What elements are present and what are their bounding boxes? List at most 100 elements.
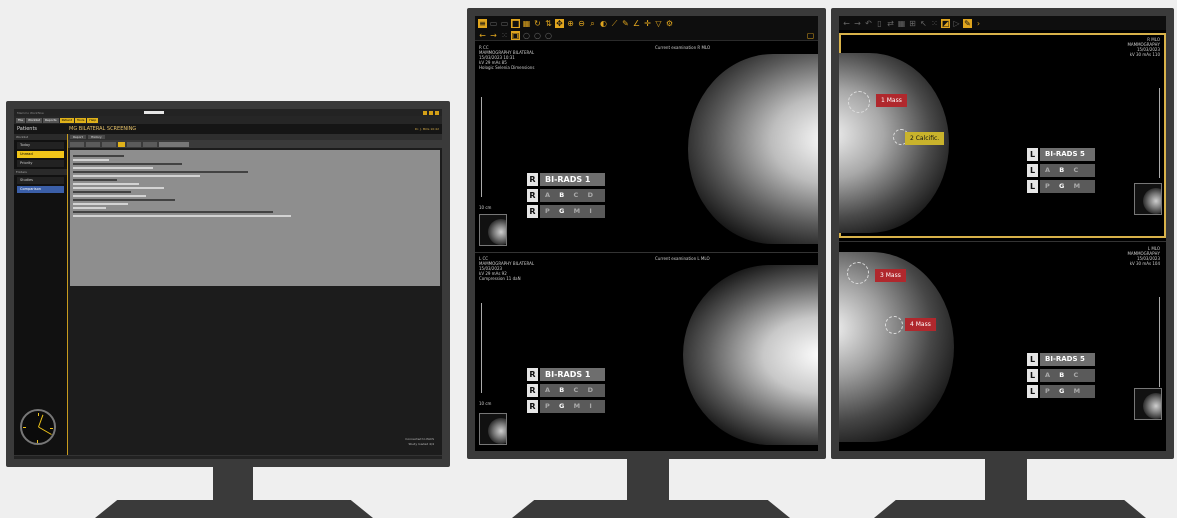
density-option[interactable]: C <box>1074 371 1080 379</box>
density-selector[interactable]: A B C D <box>1040 369 1095 392</box>
finding-label[interactable]: 2 Calcific. <box>905 132 945 145</box>
angle-icon[interactable]: ∠ <box>632 19 641 28</box>
density-selector[interactable]: A B C D <box>1040 164 1095 187</box>
toolbar-button[interactable] <box>70 141 84 147</box>
filter-icon[interactable]: ▽ <box>654 19 663 28</box>
rotate-icon[interactable]: ↻ <box>533 19 542 28</box>
layout-icon[interactable]: ▯ <box>875 19 884 28</box>
menu-item[interactable]: Patient <box>59 117 75 123</box>
image-viewport-top[interactable]: R CC MAMMOGRAPHY BILATERAL 15/03/2023 10… <box>475 42 818 250</box>
finding-marker[interactable] <box>848 91 870 113</box>
density-option[interactable]: C <box>574 386 580 394</box>
pan-icon[interactable]: ✥ <box>555 18 564 28</box>
tool-icon[interactable]: ○ <box>533 31 542 40</box>
sidebar-item-today[interactable]: Today <box>17 142 64 149</box>
birads-value[interactable]: BI-RADS 5 <box>1040 148 1095 161</box>
density-option[interactable]: B <box>1059 371 1065 379</box>
thumbnail[interactable] <box>479 214 507 246</box>
image-viewport-top[interactable]: R MLO MAMMOGRAPHY 15/03/2023 kV 30 mAs 1… <box>839 33 1166 238</box>
compare-icon[interactable]: ◩ <box>941 18 950 28</box>
layout-icon[interactable]: ▭ <box>500 19 509 28</box>
density-option[interactable]: C <box>1074 166 1080 174</box>
menu-item[interactable]: Reports <box>43 117 59 123</box>
sidebar-item-priority[interactable]: Priority <box>17 160 64 167</box>
expand-icon[interactable]: › <box>974 19 983 28</box>
pgmi-option[interactable]: P <box>545 402 551 410</box>
finding-label[interactable]: 3 Mass <box>875 269 906 282</box>
density-option[interactable]: D <box>588 386 594 394</box>
link-icon[interactable]: ⊞ <box>908 19 917 28</box>
birads-value[interactable]: BI-RADS 1 <box>540 173 605 186</box>
title-tab[interactable] <box>143 111 164 114</box>
finding-label[interactable]: 1 Mass <box>876 94 907 107</box>
finding-marker[interactable] <box>847 262 869 284</box>
image-viewport-bottom[interactable]: L CC MAMMOGRAPHY BILATERAL 15/03/2023 kV… <box>475 252 818 451</box>
density-selector[interactable]: A B C D <box>540 384 605 397</box>
pgmi-option[interactable]: M <box>1074 182 1081 190</box>
maximize-icon[interactable] <box>429 110 433 115</box>
tab-report[interactable]: Report <box>70 135 86 139</box>
grid-icon[interactable]: ⁙ <box>930 19 939 28</box>
pgmi-selector[interactable]: P G M I <box>540 205 605 218</box>
pgmi-option[interactable]: M <box>1074 387 1081 395</box>
sidebar-item-comparison[interactable]: Comparison <box>17 186 64 193</box>
forward-icon[interactable]: → <box>489 31 498 40</box>
undo-icon[interactable]: ↶ <box>864 19 873 28</box>
grid-icon[interactable]: ⁙ <box>500 31 509 40</box>
pgmi-selector[interactable]: P G M I <box>540 400 605 413</box>
birads-value[interactable]: BI-RADS 1 <box>540 368 605 381</box>
pgmi-option[interactable]: I <box>589 402 592 410</box>
density-option[interactable]: B <box>1059 166 1065 174</box>
close-panel-icon[interactable]: ▢ <box>806 31 815 40</box>
pgmi-option[interactable]: G <box>1059 182 1065 190</box>
density-option[interactable]: A <box>1045 371 1051 379</box>
toolbar-button[interactable] <box>127 141 141 147</box>
pgmi-option[interactable]: M <box>574 207 581 215</box>
back-icon[interactable]: ← <box>842 19 851 28</box>
layout-icon[interactable]: ■ <box>511 18 520 28</box>
annotate-icon[interactable]: ✎ <box>621 19 630 28</box>
thumbnail[interactable] <box>1134 388 1162 420</box>
toolbar-button[interactable] <box>86 141 100 147</box>
birads-value[interactable]: BI-RADS 5 <box>1040 353 1095 366</box>
density-option[interactable]: A <box>1045 166 1051 174</box>
density-option[interactable]: A <box>545 386 551 394</box>
sync-icon[interactable]: ⇄ <box>886 19 895 28</box>
cine-icon[interactable]: ▷ <box>952 19 961 28</box>
density-option[interactable]: A <box>545 191 551 199</box>
pgmi-option[interactable]: G <box>559 207 565 215</box>
density-selector[interactable]: A B C D <box>540 189 605 202</box>
finding-label[interactable]: 4 Mass <box>905 318 936 331</box>
flip-icon[interactable]: ⇅ <box>544 19 553 28</box>
tool-icon[interactable]: ○ <box>544 31 553 40</box>
toolbar-highlight-button[interactable] <box>118 141 125 147</box>
density-option[interactable]: C <box>574 191 580 199</box>
report-document[interactable] <box>70 150 440 286</box>
magnify-icon[interactable]: ⌕ <box>588 19 597 28</box>
zoom-icon[interactable]: ⊕ <box>566 19 575 28</box>
toolbar-button[interactable] <box>102 141 116 147</box>
forward-icon[interactable]: → <box>853 19 862 28</box>
tab-history[interactable]: History <box>87 135 105 139</box>
finding-marker[interactable] <box>885 316 903 334</box>
pgmi-option[interactable]: P <box>1045 182 1051 190</box>
toolbar-dropdown[interactable] <box>159 141 189 147</box>
sidebar-item-studies[interactable]: Studies <box>17 177 64 184</box>
pgmi-option[interactable]: M <box>574 402 581 410</box>
layout-grid-icon[interactable]: ▦ <box>897 19 906 28</box>
sidebar-item-unread[interactable]: Unread <box>17 151 64 158</box>
annotate-icon[interactable]: ✎ <box>963 18 972 28</box>
back-icon[interactable]: ← <box>478 31 487 40</box>
density-option[interactable]: D <box>588 191 594 199</box>
menu-item[interactable]: Help <box>87 117 99 123</box>
toolbar-button[interactable] <box>143 141 157 147</box>
measure-icon[interactable]: ⟋ <box>610 19 619 28</box>
menu-item[interactable]: Worklist <box>26 117 43 123</box>
active-tool-icon[interactable]: ▣ <box>511 30 520 40</box>
tool-icon[interactable]: ○ <box>522 31 531 40</box>
minimize-icon[interactable] <box>423 110 427 115</box>
thumbnail[interactable] <box>1134 183 1162 215</box>
menu-item[interactable]: Tools <box>75 117 87 123</box>
layout-grid-icon[interactable]: ▦ <box>522 19 531 28</box>
pgmi-option[interactable]: P <box>1045 387 1051 395</box>
